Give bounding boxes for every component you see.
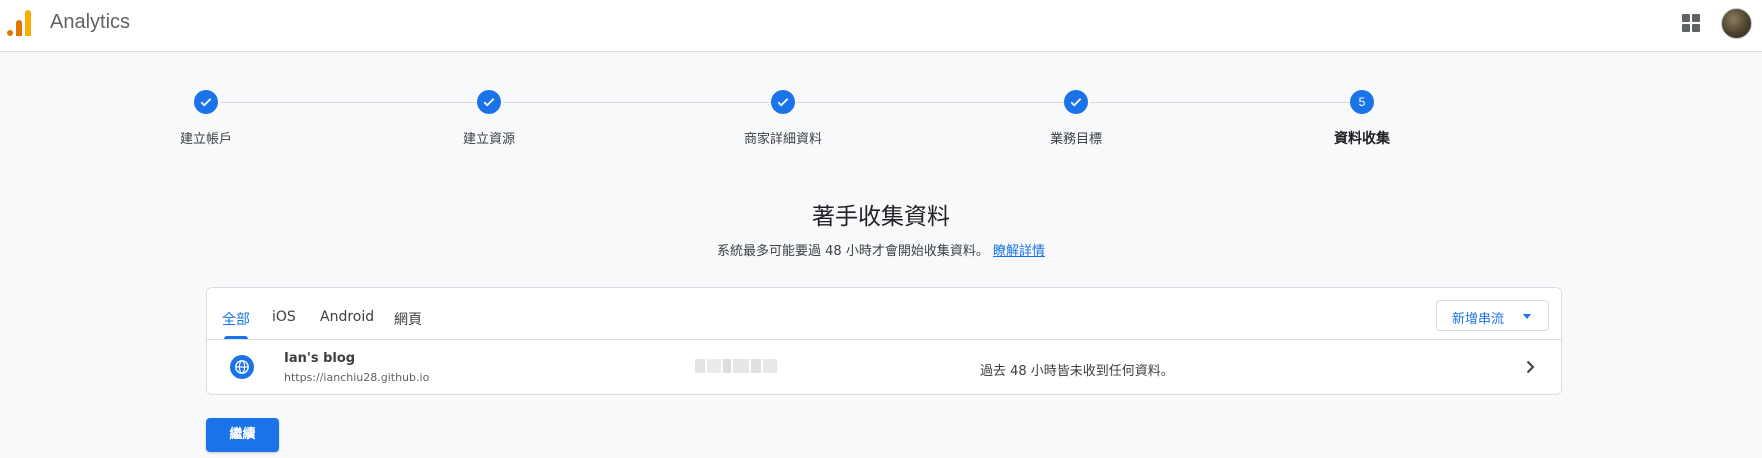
step-label: 業務目標: [1049, 132, 1102, 147]
page-subtitle: 系統最多可能要過 48 小時才會開始收集資料。 瞭解詳情: [0, 240, 1762, 259]
setup-stepper: 建立帳戶 建立資源 商家詳細資料 業務目標 5 資料收集: [180, 90, 1560, 150]
active-tab-indicator: [224, 336, 248, 339]
tab-ios[interactable]: iOS: [272, 309, 296, 325]
chevron-right-icon: [1526, 360, 1535, 374]
stream-name: Ian's blog: [284, 351, 356, 366]
tab-all[interactable]: 全部: [222, 309, 250, 329]
page-title: 著手收集資料: [812, 204, 950, 230]
tab-android[interactable]: Android: [320, 309, 374, 325]
redacted-stream-id: [695, 359, 781, 373]
continue-button[interactable]: 繼續: [206, 418, 279, 452]
step-create-account: 建立帳戶: [126, 90, 286, 147]
account-avatar[interactable]: [1721, 8, 1752, 39]
step-data-collection: 5 資料收集: [1282, 90, 1442, 148]
step-label: 資料收集: [1334, 131, 1390, 147]
step-label: 建立帳戶: [179, 132, 232, 147]
step-business-details: 商家詳細資料: [703, 90, 863, 147]
top-app-bar: Analytics: [0, 0, 1762, 52]
check-icon: [194, 90, 218, 114]
analytics-logo: [7, 10, 33, 36]
check-icon: [1064, 90, 1088, 114]
tab-web[interactable]: 網頁: [394, 309, 422, 329]
step-business-objectives: 業務目標: [996, 90, 1156, 147]
step-label: 建立資源: [462, 132, 515, 147]
stream-status: 過去 48 小時皆未收到任何資料。: [980, 364, 1174, 379]
add-stream-label: 新增串流: [1452, 312, 1505, 327]
step-label: 商家詳細資料: [743, 132, 822, 147]
app-title: Analytics: [50, 11, 131, 33]
step-create-property: 建立資源: [409, 90, 569, 147]
subtitle-text: 系統最多可能要過 48 小時才會開始收集資料。: [717, 244, 989, 259]
stream-tabs: 全部 iOS Android 網頁 新增串流: [207, 288, 1561, 340]
stream-row[interactable]: Ian's blog https://ianchiu28.github.io 過…: [207, 341, 1561, 395]
learn-more-link[interactable]: 瞭解詳情: [993, 244, 1045, 259]
check-icon: [771, 90, 795, 114]
stream-url: https://ianchiu28.github.io: [284, 371, 430, 384]
add-stream-button[interactable]: 新增串流: [1436, 300, 1549, 331]
apps-grid-icon[interactable]: [1682, 14, 1700, 32]
globe-icon: [230, 355, 254, 379]
dropdown-arrow-icon: [1523, 314, 1531, 319]
step-number: 5: [1350, 90, 1374, 114]
check-icon: [477, 90, 501, 114]
data-streams-card: 全部 iOS Android 網頁 新增串流 Ian's blog https:…: [206, 287, 1562, 395]
